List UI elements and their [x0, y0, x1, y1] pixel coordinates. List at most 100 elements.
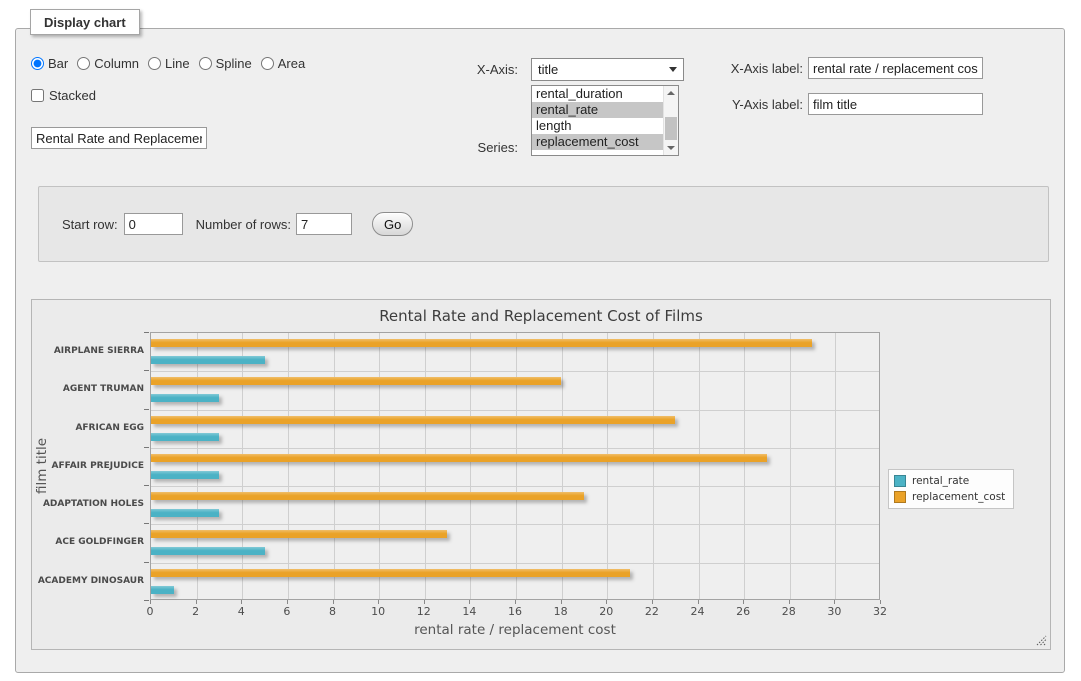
xaxis-tick-label: 32 [860, 605, 900, 618]
xaxis-tick-labels: 02468101214161820222426283032 [150, 605, 880, 619]
chart-type-radio-area[interactable] [261, 57, 274, 70]
xaxis-tick-label: 14 [449, 605, 489, 618]
legend-label: rental_rate [912, 475, 969, 487]
scrollbar-thumb[interactable] [665, 117, 677, 140]
chart-type-option-spline: Spline [199, 56, 252, 71]
bar-rental_rate-adaptation-holes [151, 509, 219, 517]
xaxis-tick [698, 600, 699, 604]
yaxis-tick [144, 332, 149, 333]
xaxis-tick [241, 600, 242, 604]
series-listbox[interactable]: rental_durationrental_ratelengthreplacem… [531, 85, 679, 156]
series-option-length[interactable]: length [532, 118, 663, 134]
series-option-rental_rate[interactable]: rental_rate [532, 102, 663, 118]
xaxis-label-field-label: X-Axis label: [704, 61, 803, 76]
yaxis-tick [144, 523, 149, 524]
gridline-y [151, 371, 879, 372]
gridline-x-12 [425, 333, 426, 599]
yaxis-tick [144, 370, 149, 371]
category-label: AGENT TRUMAN [32, 384, 144, 394]
gridline-x-10 [379, 333, 380, 599]
gridline-x-24 [699, 333, 700, 599]
category-label: ADAPTATION HOLES [32, 499, 144, 509]
xaxis-select-value: title [538, 62, 558, 77]
row-controls-panel: Start row: Number of rows: Go [38, 186, 1049, 262]
chart-type-radio-line[interactable] [148, 57, 161, 70]
yaxis-tick [144, 409, 149, 410]
resize-handle-icon[interactable] [1035, 634, 1047, 646]
category-label: AFFAIR PREJUDICE [32, 461, 144, 471]
yaxis-tick [144, 562, 149, 563]
gridline-y [151, 448, 879, 449]
category-label: AIRPLANE SIERRA [32, 346, 144, 356]
stacked-checkbox[interactable] [31, 89, 44, 102]
category-label: ACADEMY DINOSAUR [32, 576, 144, 586]
gridline-y [151, 563, 879, 564]
dropdown-arrow-icon [669, 67, 677, 72]
gridline-x-8 [334, 333, 335, 599]
gridline-y [151, 410, 879, 411]
bar-rental_rate-affair-prejudice [151, 471, 219, 479]
start-row-label: Start row: [62, 217, 118, 232]
legend-swatch-replacement_cost [894, 491, 906, 503]
chart-type-label: Area [278, 56, 305, 71]
chart-type-radio-column[interactable] [77, 57, 90, 70]
bar-replacement_cost-ace-goldfinger [151, 530, 447, 538]
bar-replacement_cost-agent-truman [151, 377, 561, 385]
stacked-row: Stacked [31, 88, 96, 103]
xaxis-tick-label: 10 [358, 605, 398, 618]
bar-rental_rate-academy-dinosaur [151, 586, 174, 594]
yaxis-label-field-label: Y-Axis label: [704, 97, 803, 112]
bar-replacement_cost-airplane-sierra [151, 339, 812, 347]
gridline-x-16 [516, 333, 517, 599]
xaxis-tick [561, 600, 562, 604]
yaxis-tick [144, 485, 149, 486]
xaxis-tick-label: 20 [586, 605, 626, 618]
xaxis-tick [880, 600, 881, 604]
xaxis-tick-label: 6 [267, 605, 307, 618]
gridline-x-14 [470, 333, 471, 599]
scrollbar-down-icon[interactable] [664, 141, 678, 155]
xaxis-tick [424, 600, 425, 604]
chart-type-label: Line [165, 56, 190, 71]
xaxis-tick [834, 600, 835, 604]
listbox-scrollbar[interactable] [663, 86, 678, 155]
chart-type-radio-bar[interactable] [31, 57, 44, 70]
start-row-input[interactable] [124, 213, 183, 235]
legend-swatch-rental_rate [894, 475, 906, 487]
gridline-y [151, 486, 879, 487]
gridline-x-20 [607, 333, 608, 599]
series-option-rental_duration[interactable]: rental_duration [532, 86, 663, 102]
xaxis-tick [606, 600, 607, 604]
legend-label: replacement_cost [912, 491, 1005, 503]
series-select-label: Series: [416, 140, 518, 155]
xaxis-tick [378, 600, 379, 604]
category-label: ACE GOLDFINGER [32, 537, 144, 547]
yaxis-label-input[interactable] [808, 93, 983, 115]
gridline-y [151, 524, 879, 525]
xaxis-tick-label: 24 [678, 605, 718, 618]
gridline-x-22 [653, 333, 654, 599]
xaxis-label-input[interactable] [808, 57, 983, 79]
series-option-replacement_cost[interactable]: replacement_cost [532, 134, 663, 150]
num-rows-input[interactable] [296, 213, 352, 235]
chart-container: Rental Rate and Replacement Cost of Film… [31, 299, 1051, 650]
chart-title-input[interactable] [31, 127, 207, 149]
chart-type-option-bar: Bar [31, 56, 68, 71]
plot-grid [150, 332, 880, 600]
plot-area [150, 332, 880, 600]
num-rows-label: Number of rows: [196, 217, 291, 232]
legend-row-replacement_cost: replacement_cost [894, 491, 1005, 503]
page: Display chart BarColumnLineSplineArea St… [0, 0, 1081, 681]
xaxis-select[interactable]: title [531, 58, 684, 81]
gridline-x-26 [744, 333, 745, 599]
xaxis-tick-label: 18 [541, 605, 581, 618]
bar-rental_rate-airplane-sierra [151, 356, 265, 364]
xaxis-tick [196, 600, 197, 604]
go-button[interactable]: Go [372, 212, 413, 236]
chart-type-radio-spline[interactable] [199, 57, 212, 70]
scrollbar-up-icon[interactable] [664, 86, 678, 100]
display-chart-panel: Display chart BarColumnLineSplineArea St… [15, 28, 1065, 673]
xaxis-tick [469, 600, 470, 604]
gridline-x-2 [197, 333, 198, 599]
bar-replacement_cost-african-egg [151, 416, 675, 424]
